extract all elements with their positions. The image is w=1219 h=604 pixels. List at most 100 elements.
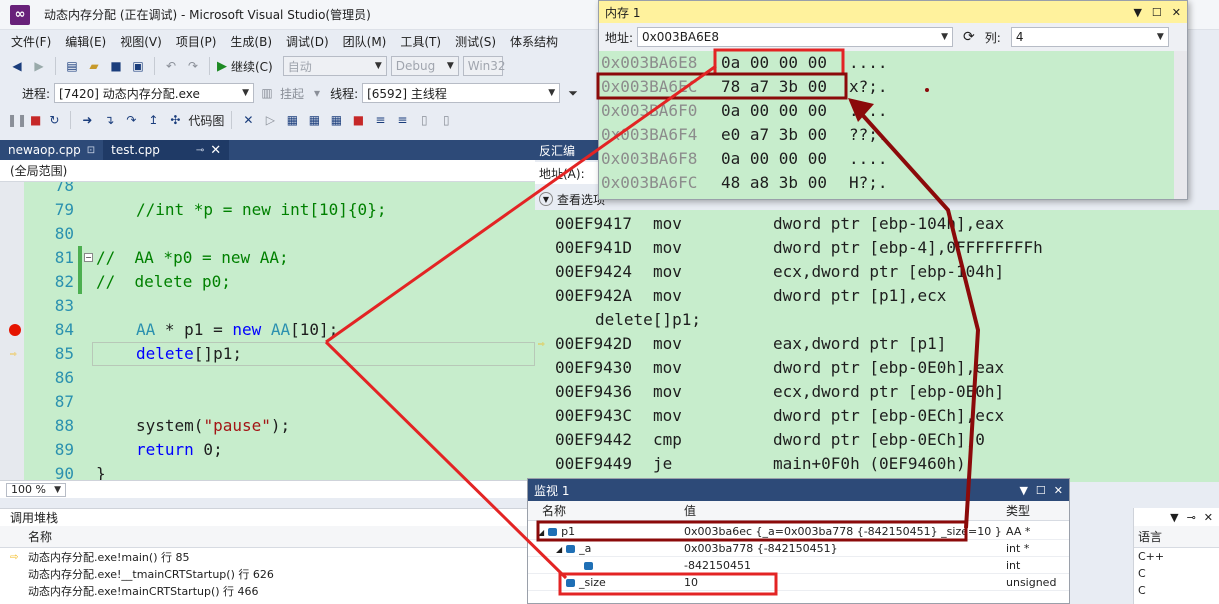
save-icon[interactable]: ■ bbox=[107, 57, 125, 75]
code-line[interactable]: 78 bbox=[0, 182, 535, 198]
show-next-statement-icon[interactable]: ➜ bbox=[78, 111, 96, 129]
pin-icon[interactable]: ⊸ bbox=[1187, 511, 1196, 524]
expand-icon[interactable]: ◢ bbox=[538, 528, 544, 537]
stop-icon[interactable]: ■ bbox=[30, 113, 41, 127]
disassembly-line[interactable]: 00EF9417 mov dword ptr [ebp-104h],eax bbox=[535, 212, 1219, 236]
watch-row[interactable]: ◢ _a 0x003ba778 {-842150451} int * bbox=[528, 540, 1069, 557]
menu-build[interactable]: 生成(B) bbox=[223, 33, 279, 50]
disassembly-line[interactable]: 00EF9430 mov dword ptr [ebp-0E0h],eax bbox=[535, 356, 1219, 380]
open-folder-icon[interactable]: ▰ bbox=[85, 57, 103, 75]
uncomment-icon[interactable]: ≡ bbox=[393, 111, 411, 129]
undo-icon[interactable]: ↶ bbox=[162, 57, 180, 75]
memory-row[interactable]: 0x003BA6F0 0a 00 00 00.... bbox=[599, 99, 1174, 123]
memory-address-input[interactable]: 0x003BA6E8 ▼ bbox=[637, 27, 954, 47]
close-icon[interactable]: ✕ bbox=[1054, 484, 1063, 497]
code-line[interactable]: ⇨ 85 delete[]p1; bbox=[0, 342, 535, 366]
continue-button[interactable]: 继续(C) bbox=[231, 58, 273, 75]
tab-test-cpp[interactable]: test.cpp ⊸ ✕ bbox=[103, 140, 230, 160]
disassembly-view[interactable]: 00EF9417 mov dword ptr [ebp-104h],eax 00EF9… bbox=[535, 210, 1219, 482]
watch-type-column[interactable]: 类型 bbox=[1006, 501, 1030, 521]
refresh-icon[interactable]: ⟳ bbox=[963, 29, 975, 45]
dropdown-icon[interactable]: ▼ bbox=[1019, 484, 1027, 497]
document-icon[interactable]: ▯ bbox=[415, 111, 433, 129]
code-line[interactable]: 83 bbox=[0, 294, 535, 318]
menu-team[interactable]: 团队(M) bbox=[336, 33, 394, 50]
comment-icon[interactable]: ≡ bbox=[371, 111, 389, 129]
disassembly-line[interactable]: delete[]p1; bbox=[535, 308, 1219, 332]
filter-icon[interactable]: ▾ bbox=[308, 84, 326, 102]
breakpoint-icon[interactable] bbox=[9, 324, 21, 336]
memory-row[interactable]: 0x003BA6F4 e0 a7 3b 00??;. bbox=[599, 123, 1174, 147]
menu-project[interactable]: 项目(P) bbox=[169, 33, 224, 50]
memory-row[interactable]: 0x003BA6EC 78 a7 3b 00 x?;. bbox=[599, 75, 1174, 99]
thread-combo[interactable]: [6592] 主线程 ▼ bbox=[362, 83, 561, 103]
language-column-header[interactable]: 语言 bbox=[1134, 526, 1219, 548]
code-line[interactable]: − 81 // AA *p0 = new AA; bbox=[0, 246, 535, 270]
code-line[interactable]: 90} bbox=[0, 462, 535, 480]
scope-dropdown[interactable]: (全局范围) bbox=[0, 160, 535, 182]
new-project-icon[interactable]: ▤ bbox=[63, 57, 81, 75]
expand-icon[interactable]: ◢ bbox=[556, 545, 562, 554]
restart-icon[interactable]: ↻ bbox=[45, 111, 63, 129]
close-icon[interactable]: ✕ bbox=[1172, 6, 1181, 19]
continue-play-icon[interactable]: ▶ bbox=[217, 59, 227, 74]
step-over-icon[interactable]: ↷ bbox=[122, 111, 140, 129]
menu-tools[interactable]: 工具(T) bbox=[393, 33, 448, 50]
columns-combo[interactable]: 4 ▼ bbox=[1010, 27, 1169, 47]
bookmark-next-icon[interactable]: ▦ bbox=[327, 111, 345, 129]
disassembly-line[interactable]: 00EF9436 mov ecx,dword ptr [ebp-0E0h] bbox=[535, 380, 1219, 404]
bookmark-icon[interactable]: ▦ bbox=[283, 111, 301, 129]
code-map-icon[interactable]: ✣ bbox=[166, 111, 184, 129]
collapse-icon[interactable]: − bbox=[84, 253, 93, 262]
disassembly-line[interactable]: 00EF9424 mov ecx,dword ptr [ebp-104h] bbox=[535, 260, 1219, 284]
watch-value-column[interactable]: 值 bbox=[684, 501, 696, 521]
callstack-row[interactable]: ⇨ 动态内存分配.exe!main() 行 85 bbox=[0, 549, 530, 567]
config-combo[interactable]: 自动 ▼ bbox=[282, 56, 387, 76]
disassembly-line[interactable]: 00EF9442 cmp dword ptr [ebp-0ECh],0 bbox=[535, 428, 1219, 452]
disassembly-line[interactable]: 00EF9449 je main+0F0h (0EF9460h) bbox=[535, 452, 1219, 476]
save-all-icon[interactable]: ▣ bbox=[129, 57, 147, 75]
back-icon[interactable]: ◀ bbox=[8, 57, 26, 75]
code-line[interactable]: 82 // delete p0; bbox=[0, 270, 535, 294]
process-combo[interactable]: [7420] 动态内存分配.exe ▼ bbox=[54, 83, 255, 103]
menu-edit[interactable]: 编辑(E) bbox=[58, 33, 113, 50]
watch-row[interactable]: ◢ p1 0x003ba6ec {_a=0x003ba778 {-842150451… bbox=[528, 523, 1069, 540]
code-editor[interactable]: 78 79 //int *p = new int[10]{0}; 80 − 81 // AA… bbox=[0, 182, 535, 480]
close-icon[interactable]: ✕ bbox=[1204, 511, 1213, 524]
memory-window-header[interactable]: 内存 1 ▼ ☐ ✕ bbox=[599, 1, 1187, 23]
code-line[interactable]: 88 system("pause"); bbox=[0, 414, 535, 438]
stop-record-icon[interactable]: ■ bbox=[349, 111, 367, 129]
close-icon[interactable]: ✕ bbox=[210, 143, 221, 158]
bookmark-prev-icon[interactable]: ▦ bbox=[305, 111, 323, 129]
code-line[interactable]: 80 bbox=[0, 222, 535, 246]
code-line[interactable]: 86 bbox=[0, 366, 535, 390]
menu-file[interactable]: 文件(F) bbox=[4, 33, 58, 50]
callstack-row[interactable]: 动态内存分配.exe!__tmainCRTStartup() 行 626 bbox=[0, 566, 530, 584]
maximize-icon[interactable]: ☐ bbox=[1036, 484, 1046, 497]
dropdown-icon[interactable]: ▼ bbox=[1170, 511, 1178, 524]
zoom-combo[interactable]: 100 % ▼ bbox=[6, 482, 66, 497]
view-options-toggle[interactable]: ▼ 查看选项 bbox=[535, 188, 605, 210]
menu-test[interactable]: 测试(S) bbox=[448, 33, 503, 50]
pin-icon[interactable]: ⊸ bbox=[196, 145, 204, 156]
maximize-icon[interactable]: ☐ bbox=[1152, 6, 1162, 19]
callstack-name-column[interactable]: 名称 bbox=[28, 528, 52, 545]
hex-toggle-icon[interactable]: ✕ bbox=[239, 111, 257, 129]
document-copy-icon[interactable]: ▯ bbox=[437, 111, 455, 129]
breakpoint-icon[interactable]: ▷ bbox=[261, 111, 279, 129]
menu-debug[interactable]: 调试(D) bbox=[279, 33, 336, 50]
watch-name-column[interactable]: 名称 bbox=[542, 501, 566, 521]
pause-icon[interactable]: ❚❚ bbox=[7, 111, 27, 129]
step-out-icon[interactable]: ↥ bbox=[144, 111, 162, 129]
code-line[interactable]: 87 bbox=[0, 390, 535, 414]
menu-view[interactable]: 视图(V) bbox=[113, 33, 169, 50]
callstack-row[interactable]: 动态内存分配.exe!mainCRTStartup() 行 466 bbox=[0, 583, 530, 601]
disassembly-line[interactable]: 00EF941D mov dword ptr [ebp-4],0FFFFFFFFh bbox=[535, 236, 1219, 260]
disassembly-line[interactable]: ⇨ 00EF942D mov eax,dword ptr [p1] bbox=[535, 332, 1219, 356]
step-into-icon[interactable]: ↴ bbox=[100, 111, 118, 129]
redo-icon[interactable]: ↷ bbox=[184, 57, 202, 75]
menu-architecture[interactable]: 体系结构 bbox=[503, 33, 565, 50]
mode-combo[interactable]: Debug ▼ bbox=[390, 56, 459, 76]
memory-row[interactable]: 0x003BA6F8 0a 00 00 00.... bbox=[599, 147, 1174, 171]
disassembly-line[interactable]: 00EF943C mov dword ptr [ebp-0ECh],ecx bbox=[535, 404, 1219, 428]
